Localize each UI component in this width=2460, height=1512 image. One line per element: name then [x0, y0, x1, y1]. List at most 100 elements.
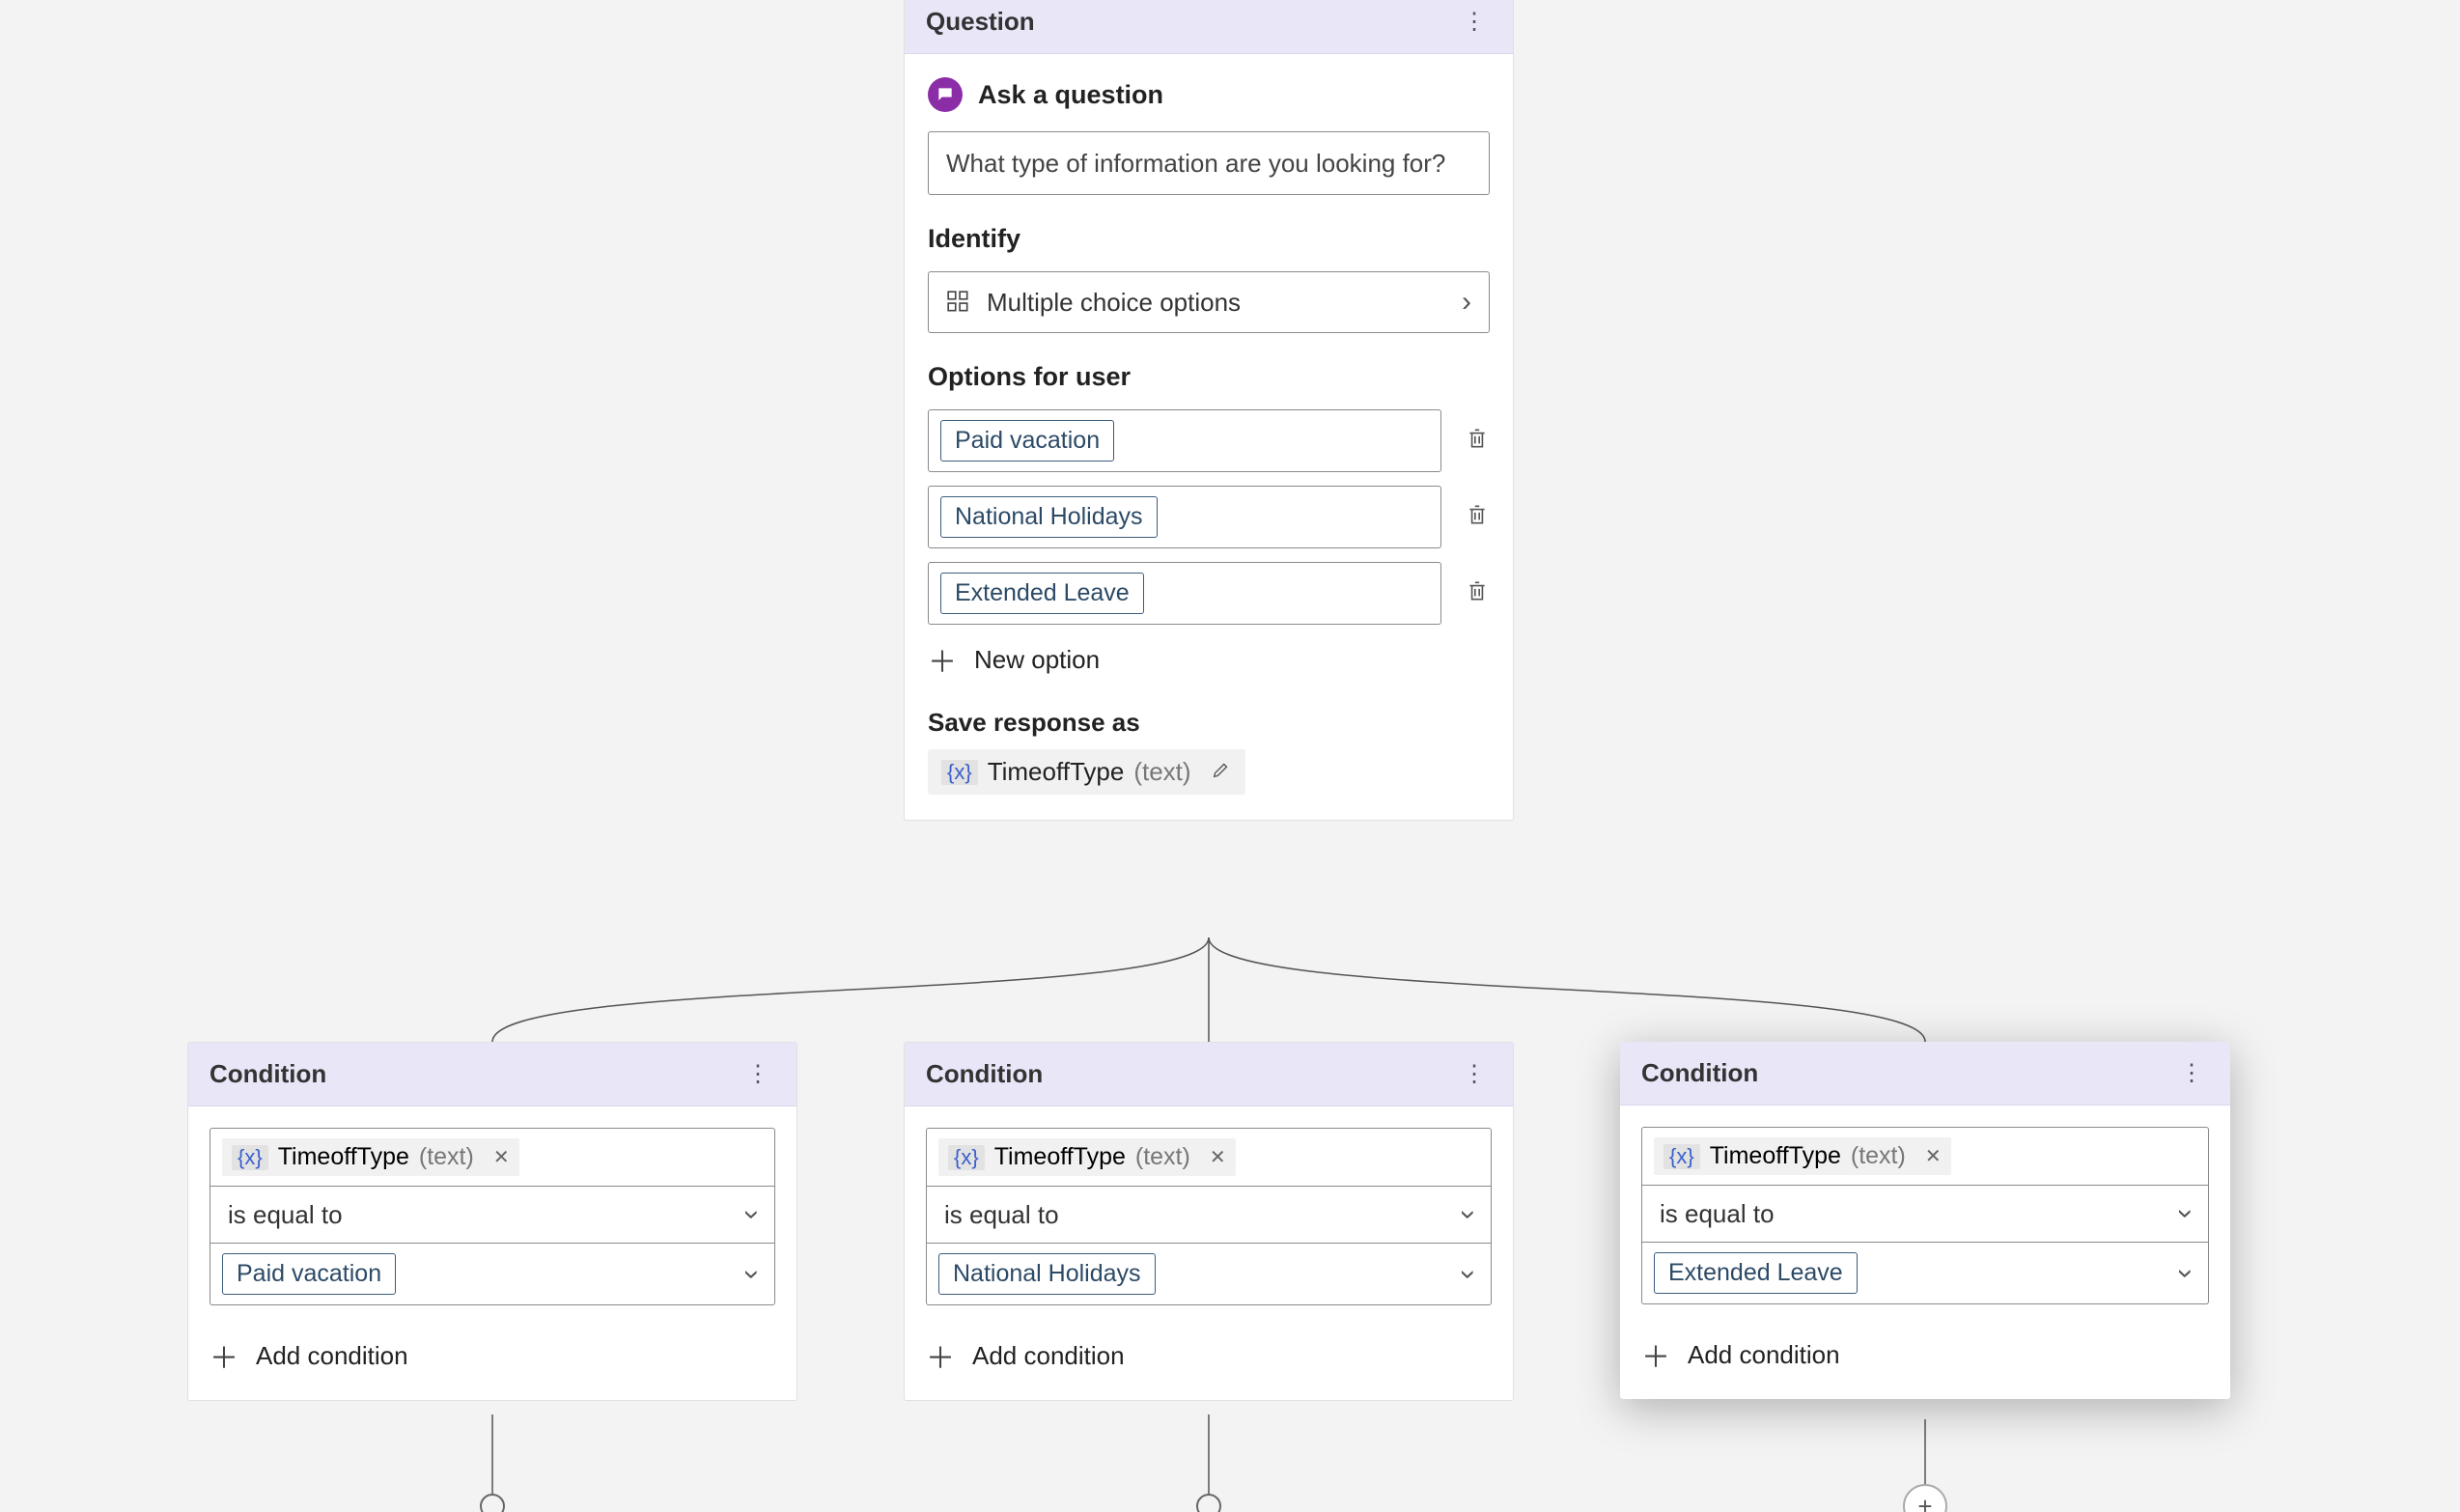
condition-variable-type: (text) — [1851, 1142, 1906, 1170]
question-card-header: Question ⋮ — [905, 0, 1513, 54]
add-condition-button[interactable]: ＋ Add condition — [1641, 1333, 2209, 1376]
svg-text:+: + — [1917, 1492, 1932, 1512]
option-chip: National Holidays — [940, 496, 1158, 538]
chevron-down-icon: › — [736, 1210, 769, 1219]
identify-picker[interactable]: Multiple choice options › — [928, 271, 1490, 333]
more-menu-button[interactable]: ⋮ — [2174, 1069, 2209, 1078]
condition-variable-name: TimeoffType — [994, 1143, 1126, 1171]
condition-operator-picker[interactable]: is equal to › — [1641, 1186, 2209, 1243]
chevron-down-icon: › — [2169, 1209, 2202, 1218]
add-condition-label: Add condition — [256, 1341, 408, 1371]
pencil-icon — [1211, 759, 1232, 780]
chevron-right-icon: › — [1462, 286, 1471, 319]
condition-variable-type: (text) — [1135, 1143, 1190, 1171]
condition-operator-picker[interactable]: is equal to › — [210, 1187, 775, 1244]
condition-operator: is equal to — [228, 1200, 343, 1230]
condition-card-title: Condition — [210, 1059, 326, 1089]
variable-icon: {x} — [1663, 1144, 1700, 1169]
plus-icon: ＋ — [210, 1334, 238, 1377]
authoring-canvas: + Question ⋮ Ask a question What type of… — [0, 0, 2460, 1512]
remove-variable-button[interactable]: ✕ — [1925, 1144, 1942, 1168]
option-input[interactable]: Extended Leave — [928, 562, 1441, 625]
condition-operator: is equal to — [1660, 1199, 1775, 1229]
condition-card[interactable]: Condition ⋮ {x} TimeoffType (text) ✕ is … — [904, 1042, 1514, 1401]
trash-icon — [1465, 425, 1490, 452]
condition-value-picker[interactable]: Paid vacation › — [210, 1244, 775, 1305]
condition-variable-picker[interactable]: {x} TimeoffType (text) ✕ — [210, 1128, 775, 1187]
variable-icon: {x} — [232, 1145, 268, 1170]
save-response-label: Save response as — [928, 708, 1490, 738]
add-condition-label: Add condition — [1688, 1340, 1840, 1370]
condition-variable-type: (text) — [419, 1143, 474, 1171]
chevron-down-icon: › — [2169, 1269, 2202, 1278]
option-input[interactable]: National Holidays — [928, 486, 1441, 548]
condition-card-title: Condition — [1641, 1058, 1758, 1088]
ask-question-label: Ask a question — [978, 80, 1163, 110]
identify-value: Multiple choice options — [987, 288, 1241, 318]
condition-variable-chip: {x} TimeoffType (text) ✕ — [1654, 1137, 1951, 1175]
condition-value-picker[interactable]: Extended Leave › — [1641, 1243, 2209, 1304]
remove-variable-button[interactable]: ✕ — [493, 1145, 510, 1169]
option-input[interactable]: Paid vacation — [928, 409, 1441, 472]
add-condition-label: Add condition — [972, 1341, 1125, 1371]
plus-icon: ＋ — [926, 1334, 955, 1377]
chat-icon — [928, 77, 963, 112]
condition-card-header: Condition ⋮ — [905, 1043, 1513, 1106]
option-chip: Extended Leave — [940, 573, 1144, 614]
question-card-body: Ask a question What type of information … — [905, 54, 1513, 820]
condition-variable-picker[interactable]: {x} TimeoffType (text) ✕ — [926, 1128, 1492, 1187]
ask-question-row: Ask a question — [928, 77, 1490, 112]
condition-operator-picker[interactable]: is equal to › — [926, 1187, 1492, 1244]
chevron-down-icon: › — [736, 1270, 769, 1279]
condition-value-chip: Extended Leave — [1654, 1252, 1858, 1294]
condition-card-title: Condition — [926, 1059, 1043, 1089]
option-row: Paid vacation — [928, 409, 1490, 472]
variable-icon: {x} — [948, 1145, 985, 1170]
entity-icon — [946, 290, 971, 315]
question-card[interactable]: Question ⋮ Ask a question What type of i… — [904, 0, 1514, 821]
trash-icon — [1465, 501, 1490, 528]
delete-option-button[interactable] — [1465, 577, 1490, 609]
plus-icon: ＋ — [1641, 1333, 1670, 1376]
chevron-down-icon: › — [1452, 1270, 1485, 1279]
condition-card-header: Condition ⋮ — [1620, 1042, 2230, 1106]
identify-label: Identify — [928, 224, 1490, 254]
condition-card-body: {x} TimeoffType (text) ✕ is equal to › P… — [188, 1106, 797, 1400]
option-row: Extended Leave — [928, 562, 1490, 625]
add-condition-button[interactable]: ＋ Add condition — [210, 1334, 775, 1377]
plus-icon: ＋ — [928, 638, 957, 681]
chevron-down-icon: › — [1452, 1210, 1485, 1219]
delete-option-button[interactable] — [1465, 501, 1490, 533]
trash-icon — [1465, 577, 1490, 604]
variable-name: TimeoffType — [988, 757, 1125, 787]
option-chip: Paid vacation — [940, 420, 1114, 462]
condition-card-header: Condition ⋮ — [188, 1043, 797, 1106]
question-card-title: Question — [926, 7, 1035, 37]
variable-chip[interactable]: {x} TimeoffType (text) — [928, 749, 1245, 795]
more-menu-button[interactable]: ⋮ — [1457, 1070, 1492, 1079]
remove-variable-button[interactable]: ✕ — [1210, 1145, 1226, 1169]
condition-value-chip: Paid vacation — [222, 1253, 396, 1295]
condition-value-picker[interactable]: National Holidays › — [926, 1244, 1492, 1305]
more-menu-button[interactable]: ⋮ — [741, 1070, 775, 1079]
condition-variable-chip: {x} TimeoffType (text) ✕ — [938, 1138, 1236, 1176]
condition-variable-picker[interactable]: {x} TimeoffType (text) ✕ — [1641, 1127, 2209, 1186]
options-label: Options for user — [928, 362, 1490, 392]
condition-card[interactable]: Condition ⋮ {x} TimeoffType (text) ✕ is … — [1620, 1042, 2230, 1399]
variable-icon: {x} — [941, 760, 978, 785]
delete-option-button[interactable] — [1465, 425, 1490, 457]
more-menu-button[interactable]: ⋮ — [1457, 17, 1492, 27]
new-option-label: New option — [974, 645, 1100, 675]
condition-variable-chip: {x} TimeoffType (text) ✕ — [222, 1138, 519, 1176]
condition-value-chip: National Holidays — [938, 1253, 1156, 1295]
condition-variable-name: TimeoffType — [1710, 1142, 1841, 1170]
condition-operator: is equal to — [944, 1200, 1059, 1230]
question-text-input[interactable]: What type of information are you looking… — [928, 131, 1490, 195]
option-row: National Holidays — [928, 486, 1490, 548]
condition-card[interactable]: Condition ⋮ {x} TimeoffType (text) ✕ is … — [187, 1042, 797, 1401]
add-condition-button[interactable]: ＋ Add condition — [926, 1334, 1492, 1377]
edit-variable-button[interactable] — [1211, 757, 1232, 787]
variable-type: (text) — [1133, 757, 1190, 787]
new-option-button[interactable]: ＋ New option — [928, 638, 1490, 681]
condition-card-body: {x} TimeoffType (text) ✕ is equal to › N… — [905, 1106, 1513, 1400]
